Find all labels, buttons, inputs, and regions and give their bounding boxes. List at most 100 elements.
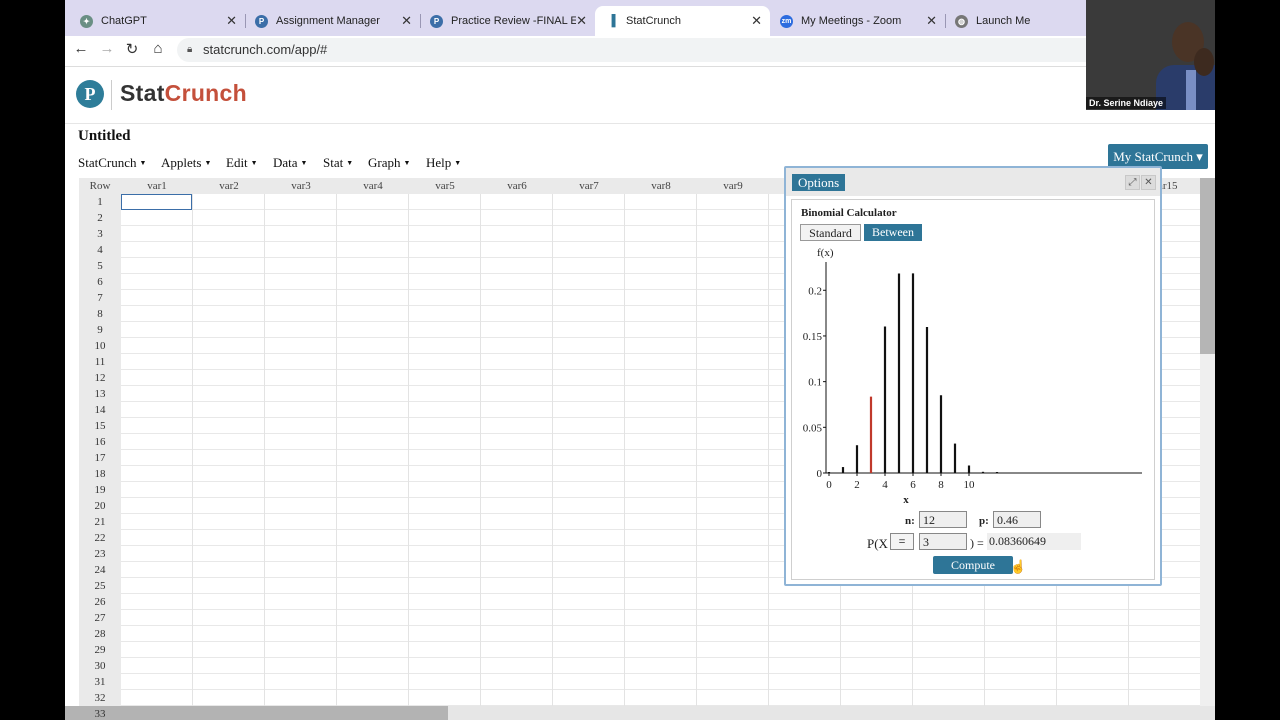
row-number[interactable]: 22 [79,530,121,546]
tab-chatgpt[interactable]: ✦ ChatGPT ✕ [70,6,245,36]
column-header[interactable]: var4 [337,178,409,194]
maximize-icon[interactable]: ⤢ [1125,175,1140,190]
row-number[interactable]: 11 [79,354,121,370]
dialog-titlebar[interactable]: Options ⤢ ✕ [786,168,1160,196]
close-icon[interactable]: ✕ [226,13,237,29]
menu-stat[interactable]: Stat ▼ [323,155,353,171]
tab-zoom[interactable]: zm My Meetings - Zoom ✕ [770,6,945,36]
caret-down-icon: ▼ [204,159,212,167]
n-input[interactable]: 12 [919,511,967,528]
probability-result: 0.08360649 [987,533,1081,550]
row-number[interactable]: 8 [79,306,121,322]
menu-applets[interactable]: Applets ▼ [161,155,211,171]
between-button[interactable]: Between [864,224,922,241]
close-icon[interactable]: ✕ [926,13,937,29]
row-number[interactable]: 26 [79,594,121,610]
menu-statcrunch[interactable]: StatCrunch ▼ [78,155,146,171]
chart-axes: f(x) 0 0.05 0.1 0.15 0.2 0 2 4 6 8 10 x [803,247,1142,504]
row-number[interactable]: 21 [79,514,121,530]
column-header[interactable]: var1 [121,178,193,194]
row-number[interactable]: 19 [79,482,121,498]
column-header[interactable]: var7 [553,178,625,194]
zoom-icon: zm [780,14,793,28]
column-header[interactable]: var9 [697,178,769,194]
hand-cursor-icon: ☝ [1010,559,1027,574]
column-header[interactable]: var5 [409,178,481,194]
column-header[interactable]: var2 [193,178,265,194]
row-number[interactable]: 7 [79,290,121,306]
tab-assignment-manager[interactable]: P Assignment Manager ✕ [245,6,420,36]
row-number[interactable]: 6 [79,274,121,290]
tab-bar: ✦ ChatGPT ✕ P Assignment Manager ✕ P Pra… [65,0,1215,36]
row-number[interactable]: 2 [79,210,121,226]
row-number[interactable]: 30 [79,658,121,674]
scroll-thumb[interactable] [1200,178,1215,354]
operator-select[interactable]: = [890,533,914,550]
compute-button[interactable]: Compute [933,556,1013,574]
x-input[interactable]: 3 [919,533,967,550]
binomial-chart: f(x) 0 0.05 0.1 0.15 0.2 0 2 4 6 8 10 x [803,247,1142,504]
vertical-scrollbar[interactable] [1200,178,1215,708]
menu-label: Data [273,155,298,170]
row-number[interactable]: 9 [79,322,121,338]
row-number[interactable]: 27 [79,610,121,626]
row-number[interactable]: 29 [79,642,121,658]
dialog-body: Binomial Calculator Standard Between f(x… [791,199,1155,580]
statcrunch-icon: ▐ [607,15,616,27]
row-number[interactable]: 14 [79,402,121,418]
tab-practice-review[interactable]: P Practice Review -FINAL EX ✕ [420,6,595,36]
column-header[interactable]: var6 [481,178,553,194]
url-field[interactable]: 🔒︎ statcrunch.com/app/# [177,38,1177,62]
row-number[interactable]: 10 [79,338,121,354]
row-number[interactable]: 28 [79,626,121,642]
row-number[interactable]: 16 [79,434,121,450]
row-number[interactable]: 18 [79,466,121,482]
menu-label: Edit [226,155,248,170]
standard-button[interactable]: Standard [800,224,861,241]
tab-label: ChatGPT [101,15,147,27]
menu-help[interactable]: Help ▼ [426,155,461,171]
row-number[interactable]: 17 [79,450,121,466]
column-header[interactable]: var8 [625,178,697,194]
menu-graph[interactable]: Graph ▼ [368,155,410,171]
p-input[interactable]: 0.46 [993,511,1041,528]
back-icon[interactable]: ← [71,40,91,57]
row-number[interactable]: 13 [79,386,121,402]
scroll-thumb[interactable] [65,706,448,720]
x-tick-label: 8 [938,479,944,491]
caret-down-icon: ▼ [300,159,308,167]
menu-data[interactable]: Data ▼ [273,155,307,171]
pearson-icon: P [430,14,443,28]
options-dialog: Options ⤢ ✕ Binomial Calculator Standard… [784,166,1162,586]
close-icon[interactable]: ✕ [1141,175,1156,190]
reload-icon[interactable]: ↻ [122,40,142,58]
row-number[interactable]: 1 [79,194,121,210]
row-number[interactable]: 12 [79,370,121,386]
column-header[interactable]: var3 [265,178,337,194]
horizontal-scrollbar[interactable] [65,706,1215,720]
n-label: n: [905,515,915,527]
close-icon[interactable]: ✕ [576,13,587,29]
row-number[interactable]: 20 [79,498,121,514]
row-number[interactable]: 31 [79,674,121,690]
tab-launch-meeting[interactable]: ◍ Launch Me [945,6,1085,36]
menu-edit[interactable]: Edit ▼ [226,155,258,171]
row-number[interactable]: 5 [79,258,121,274]
close-icon[interactable]: ✕ [401,13,412,29]
row-number[interactable]: 4 [79,242,121,258]
selected-cell[interactable] [121,194,192,210]
row-number[interactable]: 32 [79,690,121,706]
row-number[interactable]: 24 [79,562,121,578]
row-number[interactable]: 3 [79,226,121,242]
row-number[interactable]: 25 [79,578,121,594]
row-number[interactable]: 15 [79,418,121,434]
row-number[interactable]: 23 [79,546,121,562]
tab-label: Assignment Manager [276,15,380,27]
close-icon[interactable]: ✕ [751,13,762,29]
forward-icon[interactable]: → [97,40,117,57]
tab-statcrunch[interactable]: ▐ StatCrunch ✕ [595,6,770,36]
menu-label: StatCrunch [78,155,137,170]
chart-bars [827,273,999,473]
home-icon[interactable]: ⌂ [148,40,168,57]
x-axis-label: x [903,494,909,504]
